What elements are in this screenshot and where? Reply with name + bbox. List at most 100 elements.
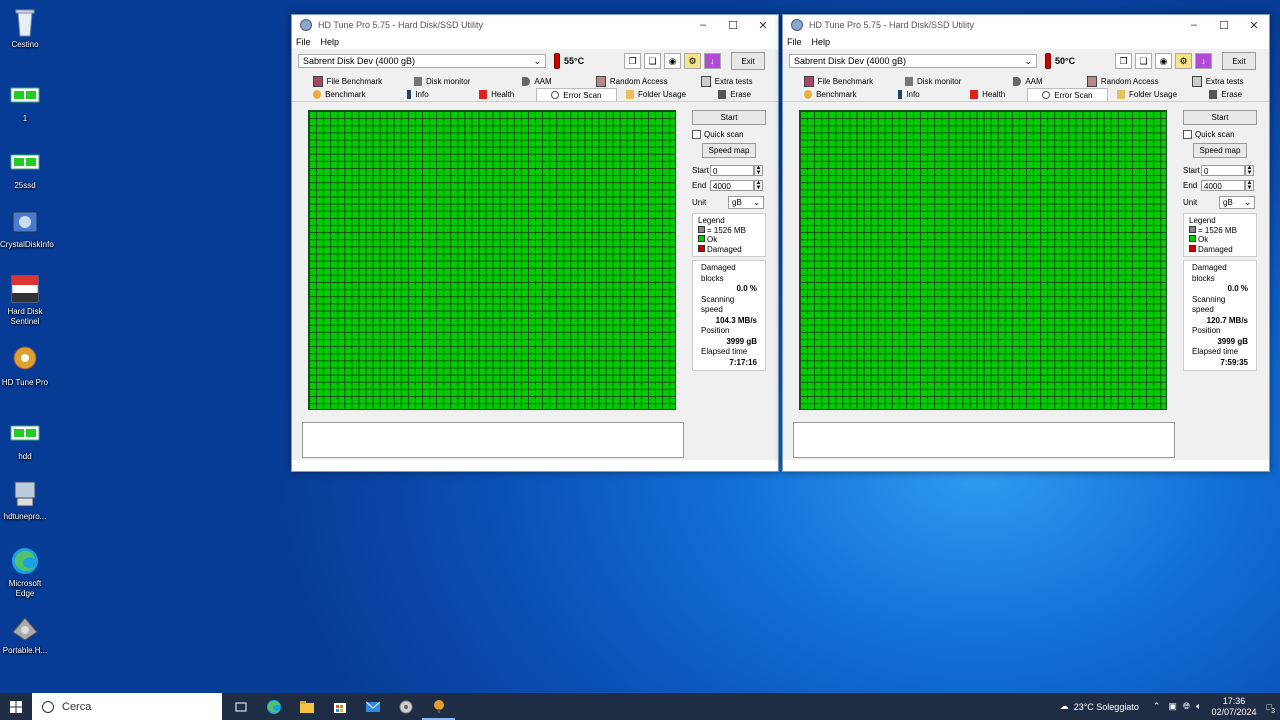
copy-all-icon[interactable]: ❏ — [1135, 53, 1152, 69]
tab-random-access[interactable]: Random Access — [1075, 75, 1170, 88]
device-icon[interactable]: ▣ — [1168, 701, 1177, 712]
tab-info[interactable]: Info — [379, 88, 458, 101]
minimize-icon[interactable]: – — [1179, 19, 1209, 31]
desktop-icon-hd-tune-pro[interactable]: HD Tune Pro — [0, 344, 50, 388]
tab-extra-tests[interactable]: Extra tests — [679, 75, 774, 88]
unit-select[interactable]: gB ⌄ — [1219, 196, 1255, 209]
task-view-icon[interactable] — [224, 693, 257, 720]
close-icon[interactable]: ✕ — [748, 19, 778, 32]
tab-info[interactable]: Info — [870, 88, 949, 101]
options-icon[interactable]: ⚙ — [1175, 53, 1192, 69]
start-input[interactable]: 0 — [710, 165, 754, 176]
edge-icon[interactable] — [257, 693, 290, 720]
maximize-icon[interactable]: ☐ — [1209, 19, 1239, 32]
minimize-icon[interactable]: – — [688, 19, 718, 31]
tab-benchmark[interactable]: Benchmark — [300, 88, 379, 101]
save-icon[interactable]: ↓ — [704, 53, 721, 69]
tab-file-benchmark[interactable]: File Benchmark — [791, 75, 886, 88]
tab-aam[interactable]: AAM — [490, 75, 585, 88]
tab-label: Disk monitor — [916, 77, 962, 86]
notification-icon[interactable]: □ 3 — [1267, 702, 1276, 715]
mail-icon[interactable] — [356, 693, 389, 720]
network-globe-icon[interactable]: 🌐︎ — [1183, 701, 1190, 712]
exit-button[interactable]: Exit — [731, 52, 765, 70]
damaged-swatch-icon — [1189, 244, 1196, 252]
desktop-icon-cestino[interactable]: Cestino — [0, 6, 50, 50]
speed-map-button[interactable]: Speed map — [702, 143, 756, 158]
desktop-icon-hard-disk-sentinel[interactable]: Hard Disk Sentinel — [0, 273, 50, 327]
screenshot-icon[interactable]: ◉ — [664, 53, 681, 69]
title-bar[interactable]: HD Tune Pro 5.75 - Hard Disk/SSD Utility… — [292, 15, 778, 35]
clock[interactable]: 17:36 02/07/2024 — [1212, 696, 1257, 718]
menu-help[interactable]: Help — [812, 37, 831, 47]
file-explorer-icon[interactable] — [290, 693, 323, 720]
weather-icon[interactable]: ☁ — [1060, 701, 1069, 712]
desktop-icon-label: Portable.H... — [2, 646, 48, 655]
weather-text[interactable]: 23°C Soleggiato — [1074, 702, 1139, 712]
hd-tune-taskbar-icon[interactable] — [389, 693, 422, 720]
close-icon[interactable]: ✕ — [1239, 19, 1269, 32]
maximize-icon[interactable]: ☐ — [718, 19, 748, 32]
desktop-icon-25ssd[interactable]: 25ssd — [0, 147, 50, 191]
checkbox-box[interactable] — [1183, 130, 1192, 139]
drive-select[interactable]: Sabrent Disk Dev (4000 gB) ⌄ — [789, 54, 1037, 68]
random-access-icon — [1086, 76, 1097, 87]
desktop-icon-crystaldiskinfo[interactable]: CrystalDiskInfo — [0, 206, 54, 250]
copy-info-icon[interactable]: ❐ — [624, 53, 641, 69]
desktop-icon-microsoft-edge[interactable]: Microsoft Edge — [0, 545, 50, 599]
checkbox-box[interactable] — [692, 130, 701, 139]
tab-random-access[interactable]: Random Access — [584, 75, 679, 88]
tab-file-benchmark[interactable]: File Benchmark — [300, 75, 395, 88]
tab-benchmark[interactable]: Benchmark — [791, 88, 870, 101]
start-button-windows[interactable] — [0, 693, 32, 720]
tab-disk-monitor[interactable]: Disk monitor — [886, 75, 981, 88]
end-input[interactable]: 4000 — [710, 180, 754, 191]
copy-info-icon[interactable]: ❐ — [1115, 53, 1132, 69]
copy-all-icon[interactable]: ❏ — [644, 53, 661, 69]
speed-map-button[interactable]: Speed map — [1193, 143, 1247, 158]
menu-file[interactable]: File — [787, 37, 802, 47]
start-button[interactable]: Start — [692, 110, 766, 125]
chevron-up-icon[interactable]: ⌃ — [1153, 701, 1161, 712]
drive-select[interactable]: Sabrent Disk Dev (4000 gB) ⌄ — [298, 54, 546, 68]
save-icon[interactable]: ↓ — [1195, 53, 1212, 69]
portable-hd-icon — [9, 612, 41, 644]
scan-stats: Damaged blocks 0.0 % Scanning speed 104.… — [692, 260, 766, 371]
unit-select[interactable]: gB ⌄ — [728, 196, 764, 209]
desktop-icon-portable-hd[interactable]: Portable.H... — [0, 612, 50, 656]
spinner-icon[interactable]: ▲ ▼ — [754, 165, 763, 176]
tab-folder-usage[interactable]: Folder Usage — [1108, 88, 1187, 101]
hd-tune-pro-running-icon[interactable] — [422, 693, 455, 720]
tab-extra-tests[interactable]: Extra tests — [1170, 75, 1265, 88]
start-input[interactable]: 0 — [1201, 165, 1245, 176]
desktop-icon-hdd[interactable]: hdd — [0, 418, 50, 462]
spinner-icon[interactable]: ▲ ▼ — [754, 180, 763, 191]
tab-erase[interactable]: Erase — [1186, 88, 1265, 101]
tab-aam[interactable]: AAM — [981, 75, 1076, 88]
end-input[interactable]: 4000 — [1201, 180, 1245, 191]
spinner-icon[interactable]: ▲ ▼ — [1245, 165, 1254, 176]
desktop-icon-1[interactable]: 1 — [0, 80, 50, 124]
screenshot-icon[interactable]: ◉ — [1155, 53, 1172, 69]
quick-scan-checkbox[interactable]: Quick scan — [1183, 130, 1257, 139]
options-icon[interactable]: ⚙ — [684, 53, 701, 69]
notification-count: 3 — [1270, 707, 1276, 715]
tab-health[interactable]: Health — [457, 88, 536, 101]
tab-folder-usage[interactable]: Folder Usage — [617, 88, 696, 101]
start-button[interactable]: Start — [1183, 110, 1257, 125]
tab-error-scan[interactable]: Error Scan — [1027, 88, 1108, 101]
taskbar-search[interactable]: Cerca — [32, 693, 222, 720]
menu-help[interactable]: Help — [321, 37, 340, 47]
quick-scan-checkbox[interactable]: Quick scan — [692, 130, 766, 139]
tab-disk-monitor[interactable]: Disk monitor — [395, 75, 490, 88]
tab-error-scan[interactable]: Error Scan — [536, 88, 617, 101]
title-bar[interactable]: HD Tune Pro 5.75 - Hard Disk/SSD Utility… — [783, 15, 1269, 35]
menu-file[interactable]: File — [296, 37, 311, 47]
exit-button[interactable]: Exit — [1222, 52, 1256, 70]
tab-erase[interactable]: Erase — [695, 88, 774, 101]
spinner-icon[interactable]: ▲ ▼ — [1245, 180, 1254, 191]
volume-icon[interactable]: 🔈︎ — [1196, 701, 1201, 712]
store-icon[interactable] — [323, 693, 356, 720]
tab-health[interactable]: Health — [948, 88, 1027, 101]
desktop-icon-hdtunepro-installer[interactable]: hdtunepro... — [0, 478, 50, 522]
